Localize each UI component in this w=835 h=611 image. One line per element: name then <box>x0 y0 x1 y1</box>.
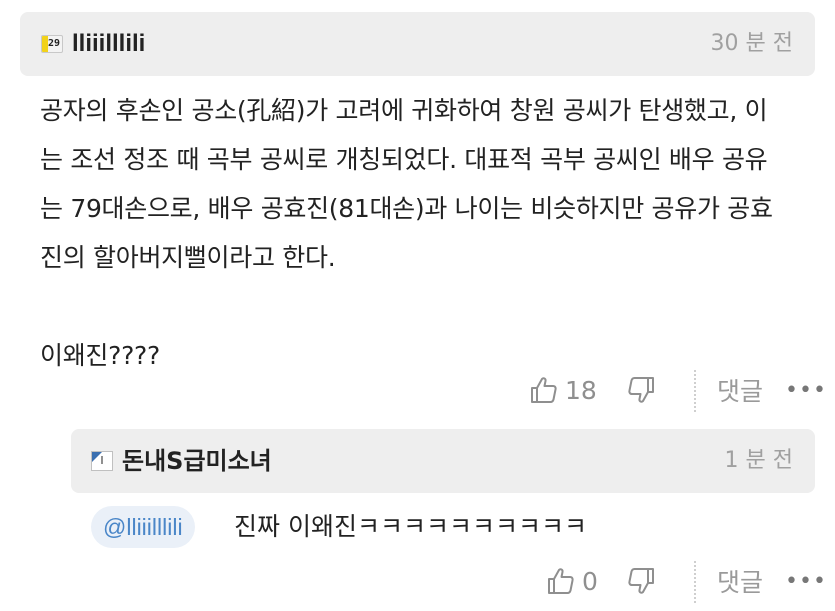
reply-badge-level: I <box>100 454 104 467</box>
reply-reply-button[interactable]: 댓글 <box>717 559 763 603</box>
action-divider <box>694 370 696 412</box>
user-level-badge-icon: 29 <box>41 35 63 53</box>
reply-dislike-button[interactable] <box>626 559 656 603</box>
thumbs-up-icon <box>546 566 576 596</box>
reply-button[interactable]: 댓글 <box>717 368 763 412</box>
more-options-button[interactable]: ••• <box>785 368 827 412</box>
dislike-button[interactable] <box>626 368 656 412</box>
reply-user-badge-icon: I <box>91 451 113 471</box>
reply-timestamp: 1 분 전 <box>724 448 793 473</box>
reply-header: I 돈내S급미소녀 1 분 전 <box>71 429 815 493</box>
more-dots-icon: ••• <box>785 568 827 594</box>
reply-text: 진짜 이왜진ㅋㅋㅋㅋㅋㅋㅋㅋㅋㅋ <box>234 512 587 541</box>
reply-more-options-button[interactable]: ••• <box>785 559 827 603</box>
thumbs-up-icon <box>529 375 559 405</box>
reply-actions: 0 댓글 ••• <box>0 559 835 603</box>
comment-timestamp: 30 분 전 <box>710 31 793 56</box>
reply-like-count: 0 <box>582 566 598 596</box>
thumbs-down-icon <box>626 566 656 596</box>
reply-reply-label: 댓글 <box>717 568 764 597</box>
comment-header: 29 lliiilllili 30 분 전 <box>20 12 815 76</box>
thumbs-down-icon <box>626 375 656 405</box>
reply-label: 댓글 <box>717 377 764 406</box>
reply-like-button[interactable]: 0 <box>546 559 598 603</box>
like-button[interactable]: 18 <box>529 368 597 412</box>
comment-actions: 18 댓글 ••• <box>0 368 835 412</box>
reply-action-divider <box>694 561 696 603</box>
reply-username[interactable]: 돈내S급미소녀 <box>122 446 272 476</box>
mention-chip[interactable]: @lliiilllili <box>91 506 195 548</box>
badge-level: 29 <box>47 38 61 49</box>
like-count: 18 <box>565 375 597 405</box>
comment-body: 공자의 후손인 공소(孔紹)가 고려에 귀화하여 창원 공씨가 탄생했고, 이 … <box>40 96 773 370</box>
comment-username[interactable]: lliiilllili <box>72 29 145 59</box>
more-dots-icon: ••• <box>785 377 827 403</box>
